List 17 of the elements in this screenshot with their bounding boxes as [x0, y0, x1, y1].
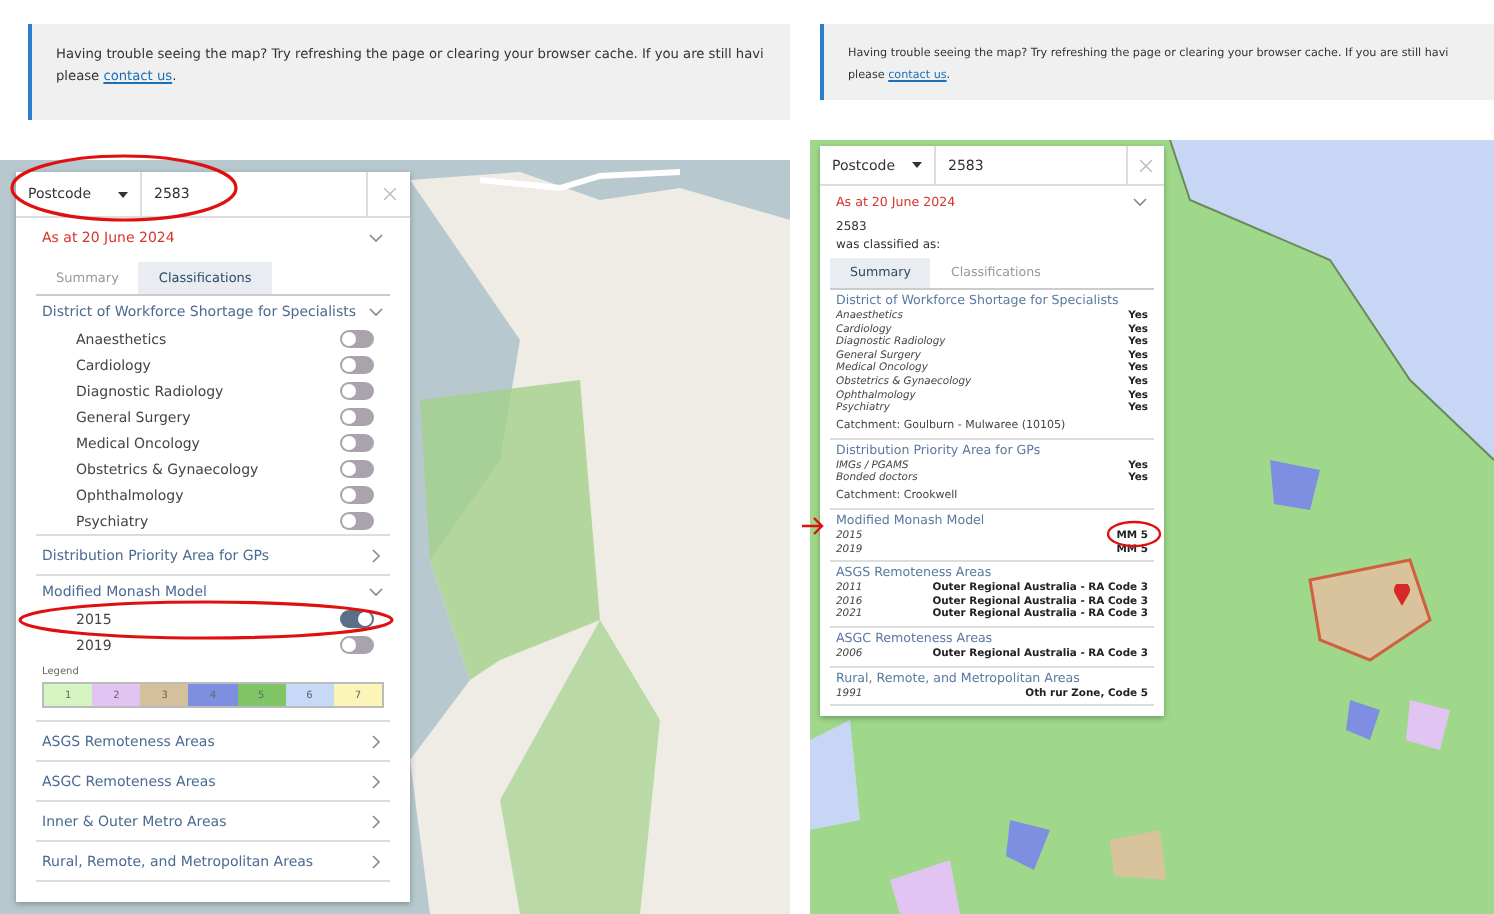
- toggle-switch[interactable]: [340, 434, 374, 452]
- close-icon: [383, 188, 395, 200]
- toggle-switch[interactable]: [340, 486, 374, 504]
- toggle-switch[interactable]: [340, 408, 374, 426]
- toggle-switch[interactable]: [340, 330, 374, 348]
- toggle-switch[interactable]: [340, 382, 374, 400]
- caret-icon: [912, 162, 922, 168]
- hand-drawn-arrow: [800, 516, 824, 536]
- caret-icon: [118, 191, 128, 197]
- toggle-switch[interactable]: [340, 610, 374, 628]
- toggle-switch[interactable]: [340, 636, 374, 654]
- toggle-switch[interactable]: [340, 512, 374, 530]
- toggle-switch[interactable]: [340, 460, 374, 478]
- toggle-switch[interactable]: [340, 356, 374, 374]
- close-icon: [1140, 159, 1152, 171]
- map-pin-icon: [1394, 584, 1410, 606]
- hand-drawn-circle: [1106, 520, 1162, 548]
